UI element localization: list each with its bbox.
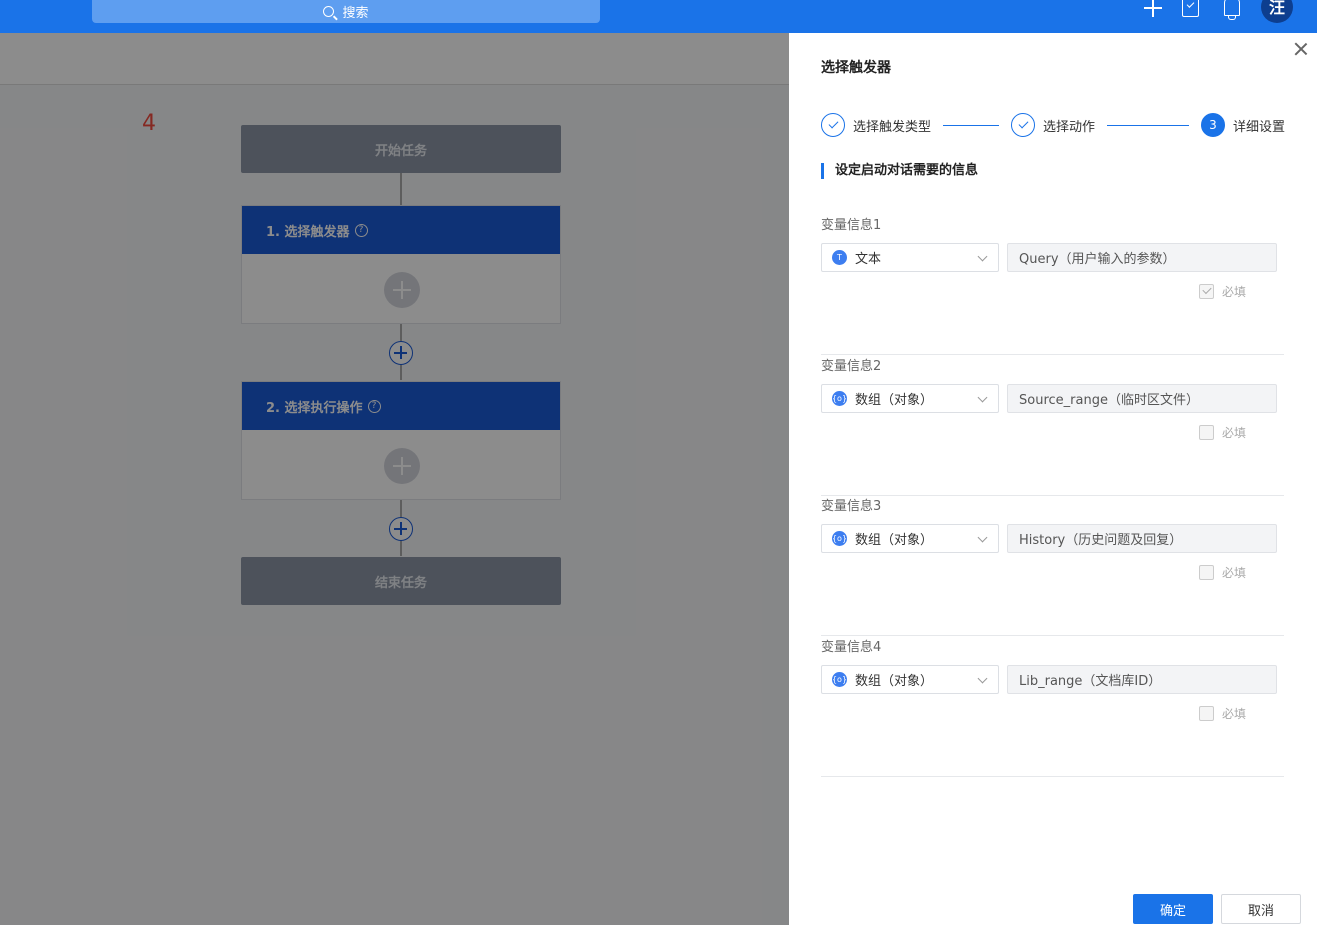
type-select-value: 文本	[855, 252, 882, 267]
step-label: 选择触发类型	[853, 119, 932, 135]
required-label: 必填	[1222, 707, 1247, 721]
type-select-value: 数组（对象）	[855, 533, 934, 548]
step-label: 选择动作	[1043, 119, 1096, 135]
type-select[interactable]: T 文本	[821, 243, 999, 272]
chevron-down-icon	[977, 392, 988, 403]
variable-name-input[interactable]	[1007, 524, 1277, 553]
variable-label: 变量信息3	[821, 499, 882, 514]
type-select-value: 数组（对象）	[855, 674, 934, 689]
text-type-icon: T	[832, 250, 847, 265]
step-action: 选择动作	[1011, 113, 1095, 137]
required-row: 必填	[1199, 564, 1246, 581]
variable-label: 变量信息4	[821, 640, 882, 655]
required-checkbox[interactable]	[1199, 425, 1214, 440]
plus-icon[interactable]	[1143, 0, 1163, 20]
step-connector	[1107, 125, 1189, 127]
step-number: 3	[1201, 113, 1225, 137]
variable-group-3: 变量信息3 {o} 数组（对象） 必填	[821, 495, 1284, 636]
variable-group-2: 变量信息2 {o} 数组（对象） 必填	[821, 355, 1284, 496]
variable-name-input[interactable]	[1007, 243, 1277, 272]
close-icon[interactable]	[1294, 42, 1308, 56]
section-title: 设定启动对话需要的信息	[821, 163, 978, 179]
search-button[interactable]: 搜索	[92, 0, 600, 23]
required-label: 必填	[1222, 285, 1247, 299]
required-checkbox[interactable]	[1199, 284, 1214, 299]
variable-name-input[interactable]	[1007, 665, 1277, 694]
required-row: 必填	[1199, 705, 1246, 722]
trigger-drawer: 选择触发器 选择触发类型 选择动作 3 详细设置 设定启动对话需要的信息 变量信…	[789, 33, 1317, 925]
step-trigger-type: 选择触发类型	[821, 113, 931, 137]
chevron-down-icon	[977, 673, 988, 684]
check-icon	[821, 113, 845, 137]
chevron-down-icon	[977, 532, 988, 543]
cancel-button[interactable]: 取消	[1221, 894, 1301, 924]
search-label: 搜索	[342, 6, 369, 21]
search-icon	[323, 6, 335, 17]
variable-label: 变量信息2	[821, 359, 882, 374]
check-icon	[1011, 113, 1035, 137]
variable-group-1: 变量信息1 T 文本 必填	[821, 214, 1284, 355]
top-bar: 搜索 汪	[0, 0, 1317, 33]
object-type-icon: {o}	[832, 391, 847, 406]
modal-mask[interactable]	[0, 33, 789, 925]
object-type-icon: {o}	[832, 531, 847, 546]
chevron-down-icon	[977, 251, 988, 262]
steps-indicator: 选择触发类型 选择动作 3 详细设置	[821, 113, 1291, 137]
confirm-button[interactable]: 确定	[1133, 894, 1213, 924]
required-row: 必填	[1199, 424, 1246, 441]
required-checkbox[interactable]	[1199, 565, 1214, 580]
type-select[interactable]: {o} 数组（对象）	[821, 384, 999, 413]
step-label: 详细设置	[1233, 119, 1286, 135]
required-row: 必填	[1199, 283, 1246, 300]
object-type-icon: {o}	[832, 672, 847, 687]
variable-name-input[interactable]	[1007, 384, 1277, 413]
bell-icon[interactable]	[1221, 0, 1241, 20]
type-select[interactable]: {o} 数组（对象）	[821, 665, 999, 694]
step-connector	[943, 125, 999, 127]
type-select[interactable]: {o} 数组（对象）	[821, 524, 999, 553]
avatar[interactable]: 汪	[1261, 0, 1293, 23]
variable-group-4: 变量信息4 {o} 数组（对象） 必填	[821, 636, 1284, 777]
step-detail: 3 详细设置	[1201, 113, 1285, 137]
required-label: 必填	[1222, 426, 1247, 440]
task-check-icon[interactable]	[1182, 0, 1199, 17]
required-label: 必填	[1222, 566, 1247, 580]
variable-label: 变量信息1	[821, 218, 882, 233]
drawer-title: 选择触发器	[821, 60, 891, 76]
type-select-value: 数组（对象）	[855, 393, 934, 408]
required-checkbox[interactable]	[1199, 706, 1214, 721]
